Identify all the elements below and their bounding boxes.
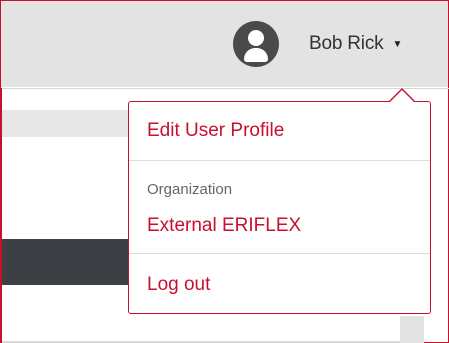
background-panel-dark [2,239,142,285]
user-menu-toggle[interactable]: Bob Rick ▼ [233,20,402,68]
background-scroll-area [400,316,424,343]
logout-link[interactable]: Log out [147,274,210,296]
caret-down-icon: ▼ [392,38,403,50]
background-panel-light [2,110,142,137]
header-divider [0,88,449,89]
user-dropdown-menu: Edit User Profile Organization External … [128,101,431,314]
menu-divider [129,160,430,161]
organization-name-link[interactable]: External ERIFLEX [147,215,301,237]
dropdown-pointer-fill [390,90,414,102]
menu-divider [129,253,430,254]
user-name: Bob Rick [309,33,384,54]
edit-user-profile-link[interactable]: Edit User Profile [147,120,284,142]
organization-label: Organization [147,181,233,198]
user-avatar-icon [233,21,279,67]
